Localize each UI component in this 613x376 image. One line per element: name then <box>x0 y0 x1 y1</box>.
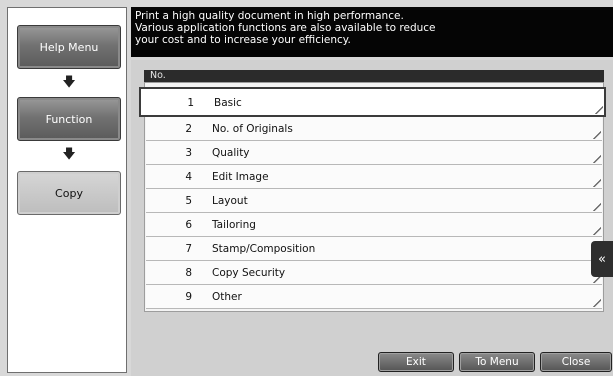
copy-label: Copy <box>55 186 83 200</box>
list-item[interactable]: 6 Tailoring <box>146 213 602 237</box>
header-line: your cost and to increase your efficienc… <box>135 34 351 46</box>
item-number: 1 <box>187 97 194 109</box>
item-label: Copy Security <box>212 267 286 279</box>
item-label: No. of Originals <box>212 123 293 135</box>
resize-corner-icon <box>593 203 601 211</box>
to-menu-button[interactable]: To Menu <box>459 352 535 372</box>
resize-corner-icon <box>593 299 601 307</box>
resize-corner-icon <box>593 131 601 139</box>
item-number: 7 <box>185 243 192 255</box>
close-label: Close <box>561 356 591 368</box>
list-item[interactable]: 2 No. of Originals <box>146 117 602 141</box>
resize-corner-icon <box>595 106 603 114</box>
close-button[interactable]: Close <box>540 352 612 372</box>
down-arrow-icon: 🡇 <box>62 147 76 162</box>
help-menu-label: Help Menu <box>39 40 99 54</box>
item-number: 2 <box>185 123 192 135</box>
to-menu-label: To Menu <box>475 356 519 368</box>
item-number: 9 <box>185 291 192 303</box>
side-panel-tab[interactable]: « <box>591 241 613 277</box>
list-item[interactable]: 1 Basic <box>139 87 606 117</box>
item-label: Basic <box>214 97 242 109</box>
list-item[interactable]: 3 Quality <box>146 141 602 165</box>
double-chevron-left-icon: « <box>598 251 606 267</box>
item-label: Layout <box>212 195 248 207</box>
item-number: 4 <box>185 171 192 183</box>
list-item[interactable]: 9 Other <box>146 285 602 309</box>
header-message: Print a high quality document in high pe… <box>131 7 613 57</box>
list-item[interactable]: 8 Copy Security <box>146 261 602 285</box>
item-number: 5 <box>185 195 192 207</box>
resize-corner-icon <box>593 179 601 187</box>
item-label: Quality <box>212 147 250 159</box>
copy-button[interactable]: Copy <box>17 171 121 215</box>
down-arrow-icon: 🡇 <box>62 75 76 90</box>
help-menu-button[interactable]: Help Menu <box>17 25 121 69</box>
resize-corner-icon <box>593 227 601 235</box>
resize-corner-icon <box>593 155 601 163</box>
item-number: 8 <box>185 267 192 279</box>
function-button[interactable]: Function <box>17 97 121 141</box>
item-label: Stamp/Composition <box>212 243 316 255</box>
header-line: Various application functions are also a… <box>135 22 436 34</box>
list-item[interactable]: 7 Stamp/Composition <box>146 237 602 261</box>
header-line: Print a high quality document in high pe… <box>135 10 404 22</box>
list-item[interactable]: 5 Layout <box>146 189 602 213</box>
item-label: Edit Image <box>212 171 269 183</box>
item-number: 6 <box>185 219 192 231</box>
function-label: Function <box>45 112 93 126</box>
item-number: 3 <box>185 147 192 159</box>
item-label: Tailoring <box>212 219 256 231</box>
exit-button[interactable]: Exit <box>378 352 454 372</box>
exit-label: Exit <box>406 356 426 368</box>
list-column-header: No. <box>144 70 604 82</box>
item-label: Other <box>212 291 242 303</box>
list-item[interactable]: 4 Edit Image <box>146 165 602 189</box>
